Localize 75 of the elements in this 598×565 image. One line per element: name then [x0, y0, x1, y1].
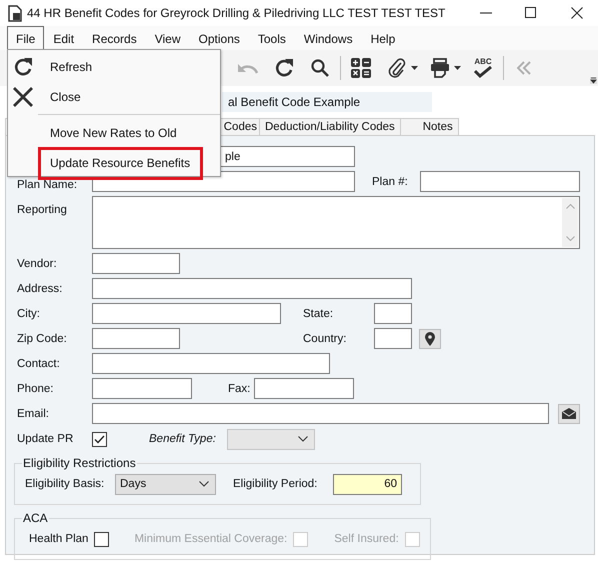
tab[interactable]: Notes	[400, 118, 459, 135]
input-field[interactable]	[92, 253, 180, 274]
input-field[interactable]	[92, 378, 192, 399]
paperclip-icon[interactable]	[388, 57, 406, 79]
field-label: Country:	[303, 332, 348, 344]
menu-item[interactable]: Edit	[44, 26, 84, 50]
field-label: Eligibility Basis:	[25, 478, 106, 490]
overflow-icon[interactable]	[590, 77, 597, 84]
map-pin-icon	[425, 332, 435, 346]
field-label: Update PR	[17, 433, 74, 445]
close-icon[interactable]	[571, 7, 583, 19]
caret-icon	[199, 481, 209, 487]
map-pin-button[interactable]	[419, 328, 441, 348]
window-title: 44 HR Benefit Codes for Greyrock Drilling & Piledriving LLC TEST TEST TEST	[27, 6, 446, 20]
tab[interactable]: Deduction/Liability Codes	[259, 118, 401, 135]
field-label: Zip Code:	[17, 332, 68, 344]
field-label: City:	[17, 308, 41, 320]
field-label: Contact:	[17, 358, 61, 370]
menu-item[interactable]: Move New Rates to Old	[38, 118, 190, 148]
envelope-button[interactable]	[558, 404, 580, 424]
scroll-bar[interactable]	[562, 198, 578, 247]
menu-item[interactable]: View	[146, 26, 190, 50]
envelope-icon	[562, 408, 576, 419]
menu-item[interactable]: Help	[362, 26, 404, 50]
field-label: Phone:	[17, 382, 54, 394]
field-label: Eligibility Period:	[233, 478, 318, 490]
field-label: Plan #:	[372, 176, 409, 188]
caret-icon[interactable]	[454, 66, 461, 70]
field-label: Email:	[17, 408, 50, 420]
field-label: Vendor:	[17, 258, 58, 270]
document-icon	[8, 4, 22, 22]
caret-icon[interactable]	[411, 66, 418, 70]
menu-item[interactable]: Windows	[294, 26, 362, 50]
menu-item[interactable]: Records	[83, 26, 146, 50]
input-field[interactable]	[420, 171, 580, 192]
printer-icon[interactable]	[430, 58, 450, 78]
menu-item[interactable]: Close	[38, 82, 94, 112]
menu-item[interactable]: Update Resource Benefits	[38, 146, 204, 180]
field-label: Reporting	[17, 203, 68, 216]
refresh-icon	[13, 57, 33, 77]
group-title: ACA	[22, 511, 49, 525]
field-label: State:	[303, 308, 334, 320]
input-field[interactable]	[374, 303, 412, 324]
checkbox-label: Minimum Essential Coverage:	[134, 533, 288, 545]
menu-item[interactable]: File	[7, 26, 44, 50]
input-field[interactable]	[92, 328, 180, 349]
field-label: Plan Name:	[17, 178, 78, 191]
input-field[interactable]	[92, 278, 412, 299]
redo-icon[interactable]	[274, 58, 294, 78]
input-field[interactable]	[92, 403, 549, 424]
input-field[interactable]	[254, 378, 354, 399]
input-field[interactable]	[92, 353, 330, 374]
caret-icon	[298, 436, 308, 442]
menu-item[interactable]: Refresh	[38, 52, 106, 82]
maximize-icon[interactable]	[525, 7, 536, 18]
text-area[interactable]	[92, 196, 580, 249]
field-label: Address:	[17, 282, 64, 294]
input-field[interactable]	[374, 328, 412, 349]
description-field[interactable]: al Benefit Code Example	[222, 92, 432, 112]
menu-item[interactable]: Options	[190, 26, 249, 50]
eligibility-basis-dropdown[interactable]: Days	[115, 474, 216, 494]
calculator-icon[interactable]	[351, 58, 371, 78]
close-icon	[13, 87, 33, 107]
input-field[interactable]: 60	[333, 474, 402, 494]
checkbox[interactable]	[92, 432, 107, 446]
minimize-icon[interactable]	[480, 12, 492, 14]
checkbox-label: Self Insured:	[334, 533, 399, 545]
field-label: Benefit Type:	[149, 433, 217, 445]
group-title: Eligibility Restrictions	[22, 456, 137, 470]
input-field[interactable]	[92, 303, 281, 324]
search-icon[interactable]	[311, 59, 329, 77]
checkbox[interactable]	[94, 532, 110, 546]
menu-item[interactable]: Tools	[248, 26, 295, 50]
checkbox-label: Health Plan	[29, 533, 88, 545]
field-label: Fax:	[228, 382, 252, 394]
